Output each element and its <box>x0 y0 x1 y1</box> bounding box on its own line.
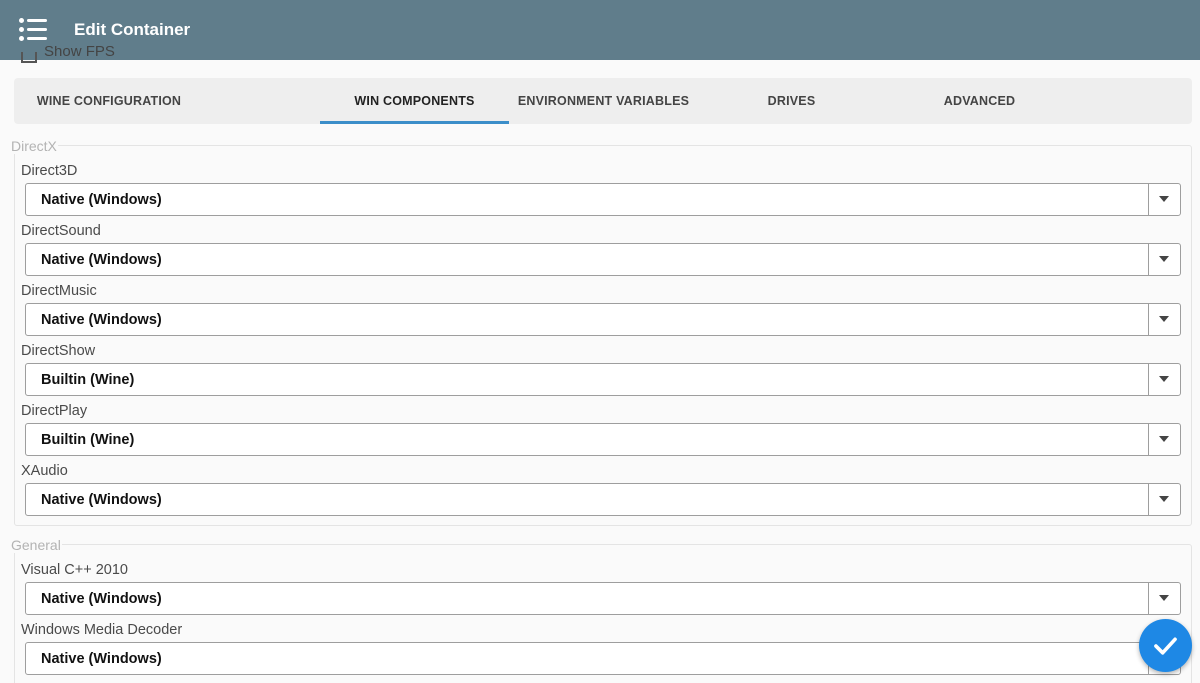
dropdown-arrow-icon <box>1159 256 1169 262</box>
tab-wine-configuration[interactable]: WINE CONFIGURATION <box>14 78 204 124</box>
directshow-select[interactable]: Builtin (Wine) <box>25 363 1181 396</box>
hamburger-list-icon[interactable] <box>19 18 47 42</box>
directx-group-title: DirectX <box>10 138 58 154</box>
select-divider <box>1148 244 1149 275</box>
directmusic-label: DirectMusic <box>21 283 97 299</box>
select-divider <box>1148 484 1149 515</box>
show-fps-label: Show FPS <box>44 46 115 60</box>
windows-media-decoder-select[interactable]: Native (Windows) <box>25 642 1181 675</box>
general-group-title: General <box>10 537 62 553</box>
tab-advanced[interactable]: ADVANCED <box>885 78 1074 124</box>
windows-media-decoder-value: Native (Windows) <box>41 651 162 667</box>
dropdown-arrow-icon <box>1159 376 1169 382</box>
dropdown-arrow-icon <box>1159 436 1169 442</box>
tab-environment-variables[interactable]: ENVIRONMENT VARIABLES <box>509 78 698 124</box>
select-divider <box>1148 184 1149 215</box>
directplay-label: DirectPlay <box>21 403 88 419</box>
directplay-select[interactable]: Builtin (Wine) <box>25 423 1181 456</box>
select-divider <box>1148 424 1149 455</box>
xaudio-value: Native (Windows) <box>41 492 162 508</box>
directshow-value: Builtin (Wine) <box>41 372 135 388</box>
visual-cpp-2010-value: Native (Windows) <box>41 591 162 607</box>
directplay-value: Builtin (Wine) <box>41 432 135 448</box>
dropdown-arrow-icon <box>1159 595 1169 601</box>
confirm-button[interactable] <box>1139 619 1192 672</box>
app-bar: Edit Container <box>0 0 1200 60</box>
xaudio-label: XAudio <box>21 463 68 479</box>
directmusic-select[interactable]: Native (Windows) <box>25 303 1181 336</box>
tab-drives[interactable]: DRIVES <box>697 78 886 124</box>
select-divider <box>1148 583 1149 614</box>
direct3d-select[interactable]: Native (Windows) <box>25 183 1181 216</box>
directshow-label: DirectShow <box>21 343 96 359</box>
select-divider <box>1148 364 1149 395</box>
page-title: Edit Container <box>74 20 191 39</box>
directsound-label: DirectSound <box>21 223 101 239</box>
dropdown-arrow-icon <box>1159 316 1169 322</box>
dropdown-arrow-icon <box>1159 196 1169 202</box>
directmusic-value: Native (Windows) <box>41 312 162 328</box>
directsound-select[interactable]: Native (Windows) <box>25 243 1181 276</box>
checkmark-icon <box>1154 637 1177 655</box>
direct3d-value: Native (Windows) <box>41 192 162 208</box>
dropdown-arrow-icon <box>1159 496 1169 502</box>
windows-media-decoder-label: Windows Media Decoder <box>21 622 183 638</box>
visual-cpp-2010-label: Visual C++ 2010 <box>21 562 128 578</box>
directsound-value: Native (Windows) <box>41 252 162 268</box>
direct3d-label: Direct3D <box>21 163 78 179</box>
select-divider <box>1148 304 1149 335</box>
visual-cpp-2010-select[interactable]: Native (Windows) <box>25 582 1181 615</box>
show-fps-checkbox[interactable] <box>21 52 37 63</box>
tab-bar: WINE CONFIGURATION WIN COMPONENTS ENVIRO… <box>14 78 1192 124</box>
tab-win-components[interactable]: WIN COMPONENTS <box>320 78 509 124</box>
xaudio-select[interactable]: Native (Windows) <box>25 483 1181 516</box>
